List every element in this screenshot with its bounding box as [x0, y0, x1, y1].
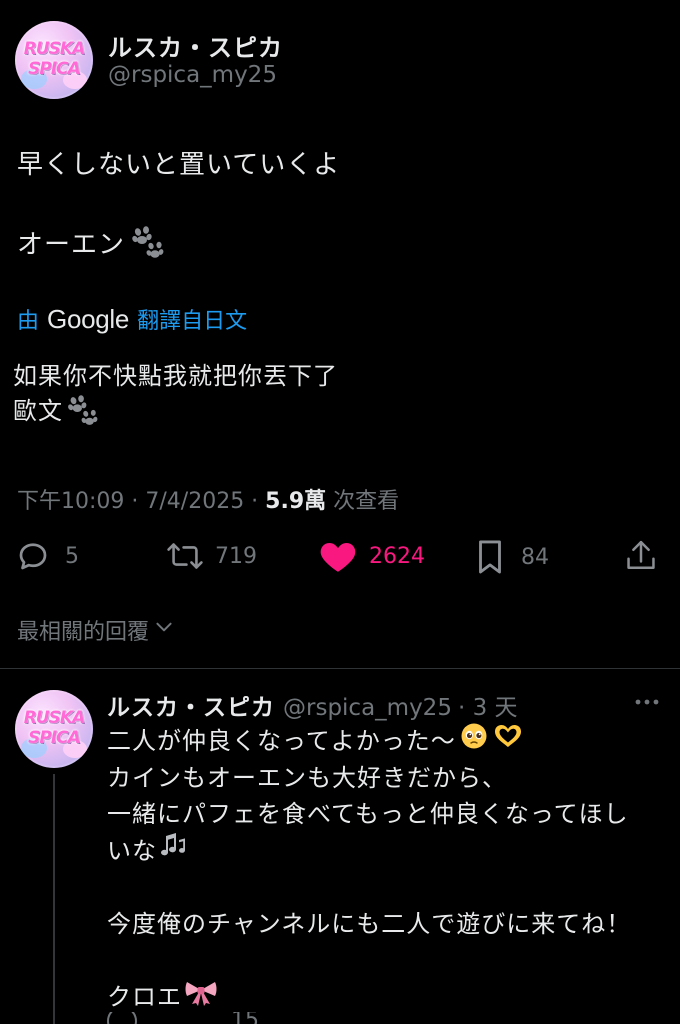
tweet-timestamp[interactable]: 下午10:09 · 7/4/2025 · — [17, 489, 265, 514]
tweet-text-line1: 早くしないと置いていくよ — [17, 150, 341, 180]
avatar-logo-line1: RUSKA — [23, 39, 85, 59]
thread-connector-line — [53, 774, 55, 1024]
paw-icon — [65, 395, 99, 427]
retweet-count: 719 — [215, 543, 257, 569]
reply-blank-line — [107, 942, 667, 978]
bookmark-icon — [475, 538, 505, 576]
share-button[interactable] — [624, 538, 658, 578]
reply-author-avatar[interactable]: RUSKA SPICA — [15, 690, 93, 768]
translated-line2: 歐文 — [13, 396, 63, 425]
replies-sort-toggle[interactable]: 最相關的回覆 — [17, 614, 175, 646]
more-icon — [632, 699, 662, 718]
reply-author-handle[interactable]: @rspica_my25 — [283, 695, 452, 721]
reply-line2: カインもオーエンも大好きだから、 — [107, 764, 507, 792]
tweet-text-line2: オーエン — [17, 230, 126, 260]
author-avatar[interactable]: RUSKA SPICA — [15, 21, 93, 99]
reply-line3: 一緒にパフェを食べてもっと仲良くなってほし — [107, 800, 629, 828]
reply-count: 5 — [65, 543, 79, 569]
reply-age[interactable]: · 3 天 — [458, 688, 518, 722]
reply-button[interactable]: 5 — [15, 538, 79, 574]
bookmark-button[interactable]: 84 — [475, 538, 549, 576]
reply-icon[interactable] — [107, 1012, 137, 1024]
avatar-logo-line2: SPICA — [28, 728, 81, 748]
reply-line6-row: クロエ — [107, 978, 667, 1016]
pleading-face-emoji — [460, 722, 488, 760]
heart-hands-emoji — [492, 723, 524, 759]
author-handle[interactable]: @rspica_my25 — [108, 62, 277, 88]
views-count: 5.9萬 — [265, 489, 327, 514]
translated-text: 如果你不快點我就把你丟下了 歐文 — [13, 359, 338, 429]
reply-text: 二人が仲良くなってよかった〜 カインもオーエンも大好きだから、 一緒にパフェを食… — [107, 722, 667, 1016]
replies-section-title: 最相關的回覆 — [17, 620, 150, 645]
section-divider — [0, 668, 680, 669]
reply-icon — [15, 538, 51, 574]
reply-blank-line — [107, 870, 667, 906]
avatar-logo-line2: SPICA — [28, 59, 81, 79]
chevron-down-icon — [153, 616, 175, 644]
author-name[interactable]: ルスカ・スピカ — [108, 28, 283, 63]
retweet-icon — [165, 538, 205, 574]
google-brand: Google — [47, 304, 130, 334]
music-notes-emoji — [157, 832, 187, 870]
more-button[interactable] — [632, 690, 662, 718]
reply-line6: クロエ — [107, 983, 182, 1011]
tweet-text-line2-row: オーエン — [17, 224, 165, 261]
translated-line1: 如果你不快點我就把你丟下了 — [13, 362, 338, 390]
tweet-meta: 下午10:09 · 7/4/2025 · 5.9萬 次查看 — [17, 483, 399, 515]
reply-line1: 二人が仲良くなってよかった〜 — [107, 727, 456, 755]
avatar-logo-line1: RUSKA — [23, 708, 85, 728]
share-icon — [624, 540, 658, 578]
reply-line1-row: 二人が仲良くなってよかった〜 — [107, 722, 667, 760]
reply-partial-count: 15 — [231, 1012, 259, 1024]
paw-icon — [129, 225, 165, 260]
reply-line4: いな — [107, 837, 157, 865]
reply-author-name[interactable]: ルスカ・スピカ — [107, 688, 275, 722]
reply-line4-row: いな — [107, 832, 667, 870]
reply-header: ルスカ・スピカ @rspica_my25 · 3 天 — [107, 688, 518, 722]
like-count: 2624 — [369, 543, 425, 569]
retweet-button[interactable]: 719 — [165, 538, 257, 574]
translate-prefix: 由 — [17, 309, 40, 334]
translate-suffix: 翻譯自日文 — [137, 309, 248, 334]
heart-icon — [319, 538, 357, 574]
views-label: 次查看 — [326, 489, 400, 514]
reply-action-row-partial: 15 — [107, 1012, 259, 1024]
reply-line5: 今度俺のチャンネルにも二人で遊びに来てね！ — [107, 910, 632, 938]
translation-attribution[interactable]: 由 Google 翻譯自日文 — [17, 303, 247, 335]
bookmark-count: 84 — [521, 544, 549, 570]
ribbon-emoji — [184, 978, 218, 1016]
like-button[interactable]: 2624 — [319, 538, 425, 574]
translated-line2-row: 歐文 — [13, 394, 338, 429]
